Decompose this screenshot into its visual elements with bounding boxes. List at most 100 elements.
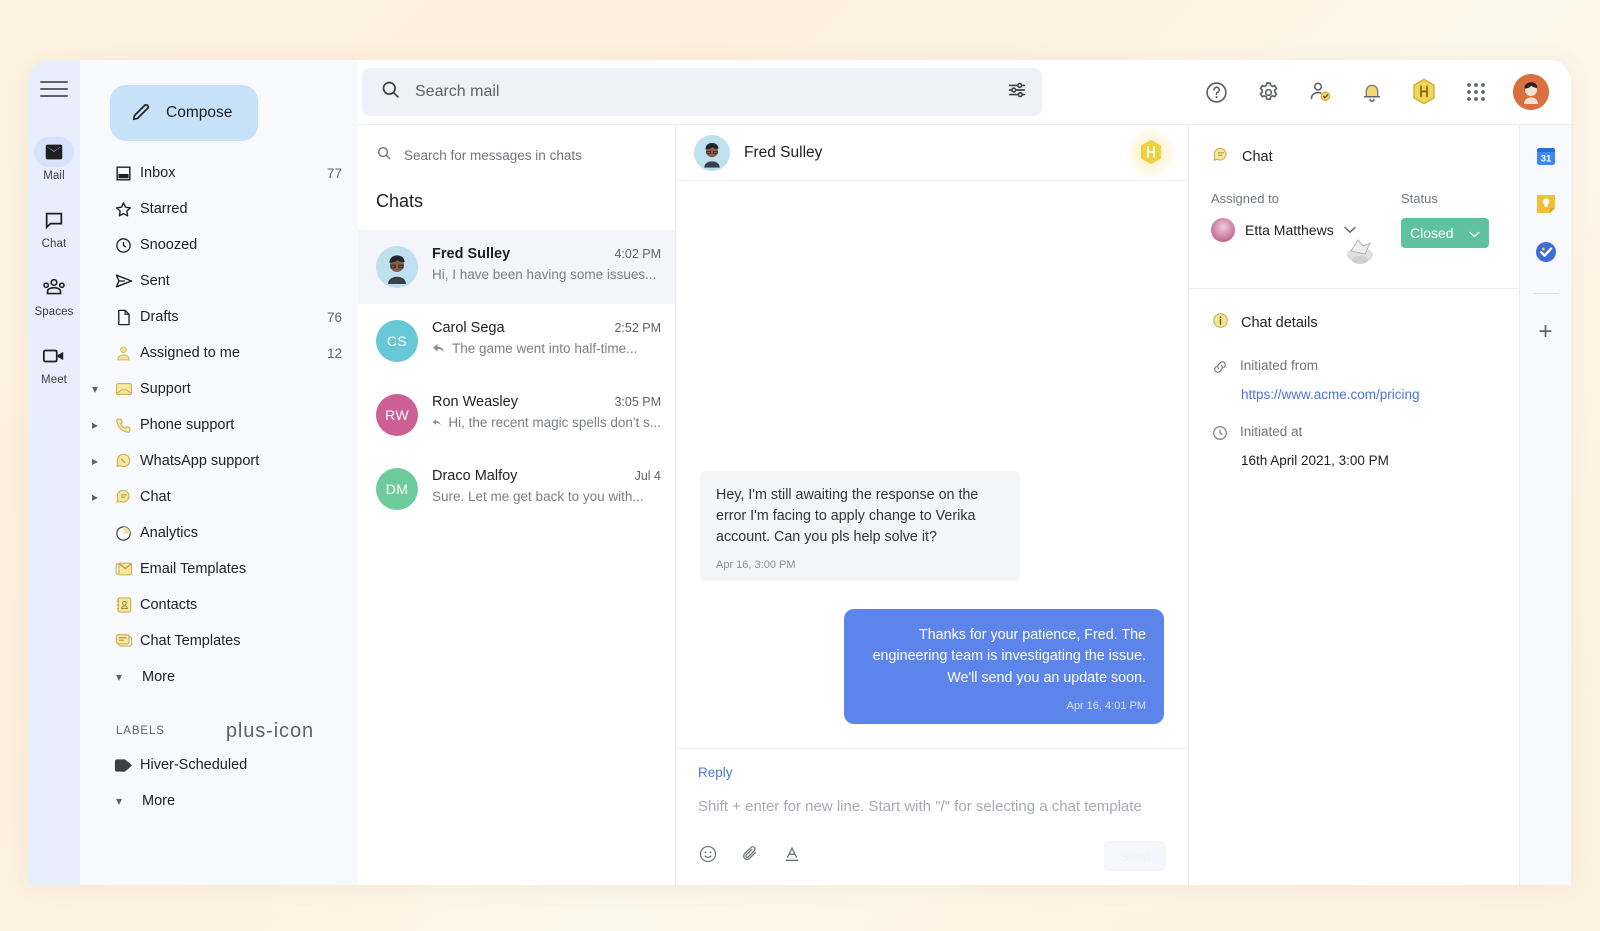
- chevron-right-icon[interactable]: ▸: [92, 491, 106, 503]
- sidebar-item-assigned-to-me[interactable]: Assigned to me 12: [80, 335, 342, 371]
- sidebar-item-phone-support[interactable]: ▸ Phone support: [80, 407, 342, 443]
- chat-list-item-draco-malfoy[interactable]: DM Draco Malfoy Jul 4 Sure. Let me get b…: [358, 452, 675, 526]
- avatar: RW: [376, 394, 418, 436]
- chat-item-preview: The game went into half-time...: [432, 341, 661, 356]
- chevron-down-icon: ▾: [116, 794, 123, 808]
- initiated-at-value: 16th April 2021, 3:00 PM: [1241, 453, 1389, 468]
- sidebar-item-drafts[interactable]: Drafts 76: [80, 299, 342, 335]
- sidebar-item-snoozed[interactable]: Snoozed: [80, 227, 342, 263]
- tune-filter-icon[interactable]: [1006, 79, 1028, 106]
- google-calendar-icon[interactable]: 31: [1533, 143, 1559, 169]
- chat-details-text: Chat details: [1241, 314, 1318, 331]
- assignee-dropdown[interactable]: Etta Matthews: [1211, 218, 1401, 242]
- initiated-from-label: Initiated from: [1240, 358, 1319, 373]
- sidebar-item-label: Email Templates: [140, 561, 247, 577]
- person-icon: [114, 344, 140, 363]
- chat-item-preview: Sure. Let me get back to you with...: [432, 489, 644, 504]
- rail-item-chat[interactable]: Chat: [28, 198, 80, 254]
- sidebar-item-count: 12: [326, 345, 342, 361]
- sidebar-item-email-templates[interactable]: Email Templates: [80, 551, 342, 587]
- sidebar-item-label: Snoozed: [140, 237, 198, 253]
- plus-icon[interactable]: plus-icon: [226, 721, 324, 741]
- pencil-icon: [130, 101, 152, 126]
- apps-grid-icon[interactable]: [1461, 77, 1491, 107]
- send-button[interactable]: Send: [1104, 841, 1166, 871]
- whatsapp-icon: [114, 451, 140, 471]
- text-format-icon[interactable]: [782, 844, 802, 869]
- sidebar-item-inbox[interactable]: Inbox 77: [80, 155, 342, 191]
- add-addon-button[interactable]: +: [1538, 320, 1552, 344]
- sidebar-item-contacts[interactable]: Contacts: [80, 587, 342, 623]
- draft-icon: [114, 308, 140, 327]
- chat-item-name: Draco Malfoy: [432, 468, 518, 484]
- sidebar-more-label: More: [142, 669, 176, 685]
- reply-arrow-icon: [432, 419, 441, 426]
- clock-icon: [1211, 424, 1229, 447]
- hiver-hexagon-icon[interactable]: [1409, 77, 1439, 107]
- header-icon-group: [1201, 74, 1555, 110]
- labels-more-button[interactable]: ▾ More: [80, 783, 342, 819]
- chat-list-item-ron-weasley[interactable]: RW Ron Weasley 3:05 PM Hi, the recent ma…: [358, 378, 675, 452]
- chevron-down-icon[interactable]: [1344, 221, 1356, 239]
- sidebar-item-label: Phone support: [140, 417, 235, 433]
- sidebar-item-sent[interactable]: Sent: [80, 263, 342, 299]
- status-label: Status: [1401, 191, 1438, 206]
- chat-list-item-carol-sega[interactable]: CS Carol Sega 2:52 PM The game went into…: [358, 304, 675, 378]
- left-icon-rail: Mail Chat Spaces Meet: [28, 60, 80, 885]
- sidebar-item-starred[interactable]: Starred: [80, 191, 342, 227]
- attachment-paperclip-icon[interactable]: [740, 844, 760, 869]
- chevron-down-icon[interactable]: [1469, 225, 1480, 241]
- chat-item-preview: Hi, I have been having some issues...: [432, 267, 657, 282]
- send-icon: [114, 271, 140, 291]
- status-badge[interactable]: Closed: [1401, 218, 1489, 248]
- chat-bubble-icon: [114, 487, 140, 507]
- emoji-icon[interactable]: [698, 844, 718, 869]
- help-icon[interactable]: [1201, 77, 1231, 107]
- chat-search-bar[interactable]: Search for messages in chats: [358, 131, 675, 179]
- sidebar-item-chat[interactable]: ▸ Chat: [80, 479, 342, 515]
- rail-item-mail[interactable]: Mail: [28, 130, 80, 186]
- google-tasks-icon[interactable]: [1533, 239, 1559, 265]
- compose-button[interactable]: Compose: [110, 85, 258, 141]
- inbox-icon: [114, 164, 140, 183]
- chevron-right-icon[interactable]: ▸: [92, 455, 106, 467]
- settings-gear-icon[interactable]: [1253, 77, 1283, 107]
- chevron-down-icon[interactable]: ▾: [92, 383, 106, 395]
- label-item-hiver-scheduled[interactable]: Hiver-Scheduled: [80, 747, 342, 783]
- search-input[interactable]: [401, 83, 1006, 101]
- avatar: DM: [376, 468, 418, 510]
- initiated-from-url[interactable]: https://www.acme.com/pricing: [1211, 387, 1497, 402]
- chat-icon: [34, 205, 74, 235]
- sidebar-item-analytics[interactable]: Analytics: [80, 515, 342, 551]
- rail-label: Meet: [41, 374, 67, 386]
- labels-header: LABELS plus-icon: [80, 695, 358, 747]
- google-keep-icon[interactable]: [1533, 191, 1559, 217]
- person-check-icon[interactable]: [1305, 77, 1335, 107]
- chat-item-time: Jul 4: [634, 469, 661, 483]
- avatar: [376, 246, 418, 288]
- sidebar-item-support[interactable]: ▾ Support: [80, 371, 342, 407]
- chevron-right-icon[interactable]: ▸: [92, 419, 106, 431]
- chat-item-preview: Hi, the recent magic spells don't s...: [432, 415, 661, 430]
- search-icon: [380, 79, 401, 105]
- sidebar-item-chat-templates[interactable]: Chat Templates: [80, 623, 342, 659]
- rail-item-spaces[interactable]: Spaces: [28, 266, 80, 322]
- hamburger-icon[interactable]: [40, 78, 68, 100]
- reply-button[interactable]: Reply: [698, 765, 1166, 780]
- reply-arrow-icon: [433, 343, 444, 353]
- search-icon: [376, 145, 392, 166]
- bell-notification-icon[interactable]: [1357, 77, 1387, 107]
- avatar: [694, 134, 730, 171]
- sidebar-item-list: Inbox 77 Starred Snoozed Sent Drafts 76 …: [80, 155, 358, 695]
- hiver-hexagon-icon[interactable]: [1124, 125, 1178, 180]
- rail-item-meet[interactable]: Meet: [28, 334, 80, 390]
- sidebar-item-whatsapp-support[interactable]: ▸ WhatsApp support: [80, 443, 342, 479]
- sidebar-more-button[interactable]: ▾ More: [80, 659, 342, 695]
- reply-input[interactable]: Shift + enter for new line. Start with "…: [698, 780, 1166, 841]
- search-bar[interactable]: [362, 68, 1042, 116]
- conversation-contact-name: Fred Sulley: [744, 143, 823, 161]
- avatar[interactable]: [1513, 74, 1549, 110]
- link-icon: [1211, 358, 1229, 381]
- rail-label: Chat: [41, 238, 67, 250]
- chat-list-item-fred-sulley[interactable]: Fred Sulley 4:02 PM Hi, I have been havi…: [358, 230, 675, 304]
